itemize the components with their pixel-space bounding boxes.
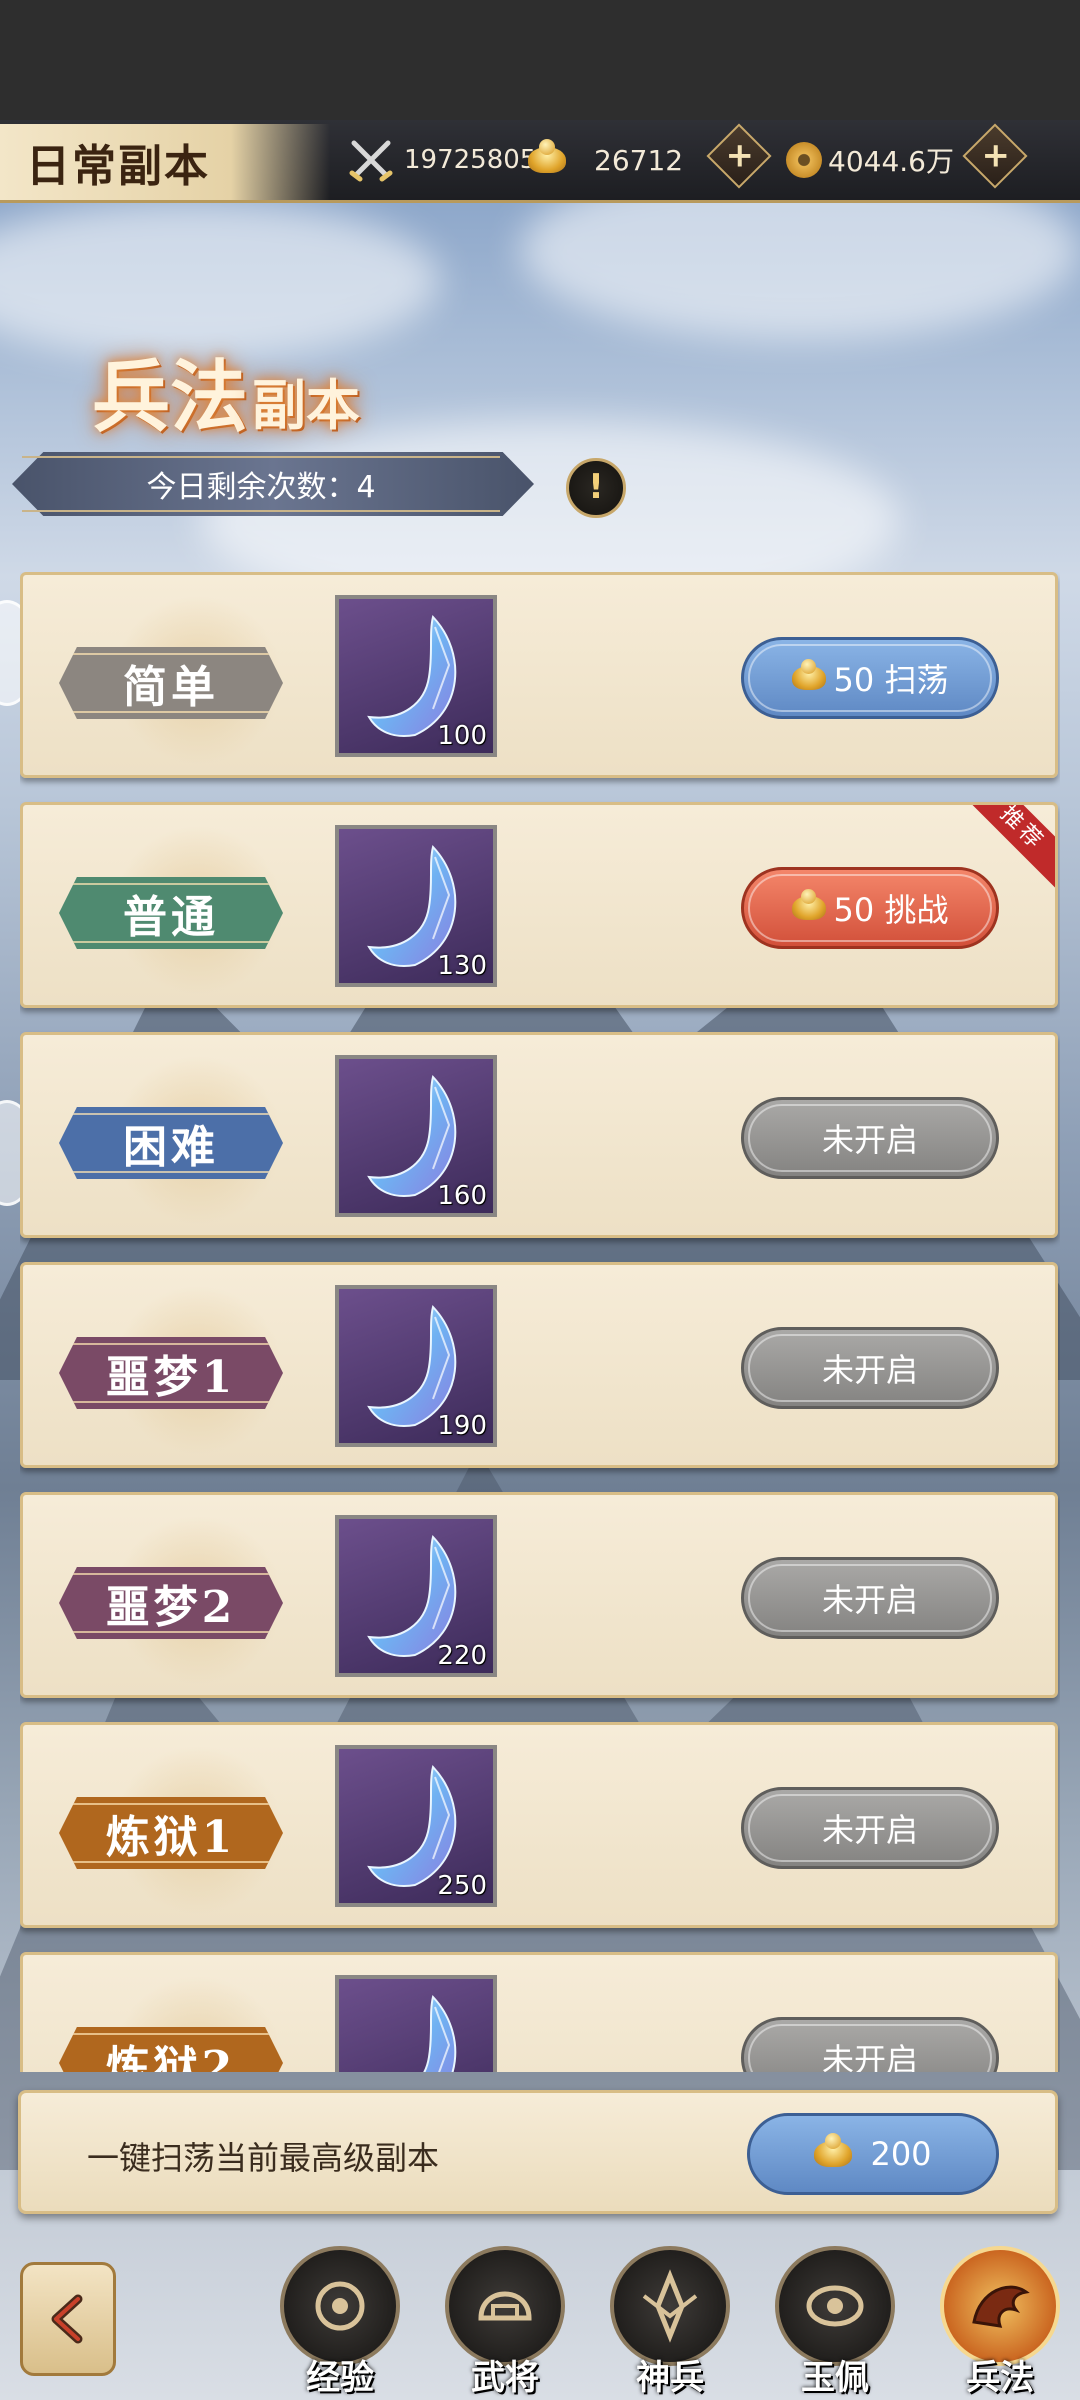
divine-weapon-icon bbox=[642, 2269, 698, 2343]
action-label: 50 扫荡 bbox=[833, 661, 949, 699]
nav-item[interactable]: 神兵 bbox=[600, 2246, 740, 2398]
reward-quantity: 130 bbox=[437, 951, 487, 981]
sweep-all-label: 一键扫荡当前最高级副本 bbox=[87, 2139, 440, 2177]
coin-display: 4044.6万 bbox=[786, 138, 954, 182]
dragon-icon bbox=[972, 2285, 1030, 2328]
reward-item[interactable]: 250 bbox=[335, 1745, 497, 1907]
difficulty-row: 炼狱2 未开启 bbox=[20, 1952, 1058, 2072]
action-label: 未开启 bbox=[821, 1811, 918, 1849]
helmet-icon bbox=[478, 2291, 532, 2321]
difficulty-row: 简单 100 50 扫荡 bbox=[20, 572, 1058, 778]
locked-button[interactable]: 未开启 bbox=[741, 1097, 999, 1179]
difficulty-row: 噩梦2 220 未开启 bbox=[20, 1492, 1058, 1698]
gold-ingot-icon bbox=[528, 139, 566, 173]
difficulty-label: 炼狱1 bbox=[59, 1797, 283, 1869]
reward-item[interactable]: 130 bbox=[335, 825, 497, 987]
reward-quantity: 250 bbox=[437, 1871, 487, 1901]
power-display: 19725805 bbox=[348, 138, 536, 182]
experience-icon bbox=[315, 2281, 365, 2331]
reward-quantity: 100 bbox=[437, 721, 487, 751]
nav-item[interactable]: 经验 bbox=[270, 2246, 410, 2398]
crystal-crescent-icon bbox=[423, 1994, 457, 2072]
gold-value: 26712 bbox=[594, 143, 684, 177]
locked-button[interactable]: 未开启 bbox=[741, 2017, 999, 2072]
dungeon-title: 兵法副本 bbox=[92, 352, 361, 443]
copper-coin-icon bbox=[786, 142, 822, 178]
nav-icon-circle bbox=[445, 2246, 565, 2366]
difficulty-row: 炼狱1 250 未开启 bbox=[20, 1722, 1058, 1928]
locked-button[interactable]: 未开启 bbox=[741, 1557, 999, 1639]
nav-label: 武将 bbox=[471, 2358, 539, 2398]
difficulty-label: 噩梦1 bbox=[59, 1337, 283, 1409]
action-label: 50 挑战 bbox=[833, 891, 949, 929]
difficulty-row: 噩梦1 190 未开启 bbox=[20, 1262, 1058, 1468]
sweep-all-button[interactable]: 200 bbox=[747, 2113, 999, 2195]
nav-icon-circle bbox=[940, 2246, 1060, 2366]
back-arrow-icon bbox=[51, 2294, 83, 2344]
reward-quantity: 220 bbox=[437, 1641, 487, 1671]
nav-icon-circle bbox=[280, 2246, 400, 2366]
locked-button[interactable]: 未开启 bbox=[741, 1327, 999, 1409]
gold-ingot-icon bbox=[791, 659, 826, 690]
reward-item[interactable]: 100 bbox=[335, 595, 497, 757]
difficulty-label: 困难 bbox=[59, 1107, 283, 1179]
nav-icon-circle bbox=[610, 2246, 730, 2366]
remaining-count: 今日剩余次数：4 bbox=[22, 456, 500, 512]
sweep-all-cost: 200 bbox=[870, 2135, 932, 2173]
nav-icon-circle bbox=[775, 2246, 895, 2366]
power-value: 19725805 bbox=[404, 145, 537, 175]
gold-ingot-icon bbox=[791, 889, 826, 920]
reward-quantity: 160 bbox=[437, 1181, 487, 1211]
action-label: 未开启 bbox=[821, 1121, 918, 1159]
reward-item[interactable]: 220 bbox=[335, 1515, 497, 1677]
nav-item[interactable]: 玉佩 bbox=[765, 2246, 905, 2398]
locked-button[interactable]: 未开启 bbox=[741, 1787, 999, 1869]
reward-item[interactable]: 190 bbox=[335, 1285, 497, 1447]
gold-display: 26712 bbox=[528, 138, 683, 182]
nav-item[interactable]: 兵法 bbox=[930, 2246, 1070, 2398]
reward-item[interactable] bbox=[335, 1975, 497, 2072]
coin-value: 4044.6万 bbox=[828, 145, 954, 178]
difficulty-label: 噩梦2 bbox=[59, 1567, 283, 1639]
action-label: 未开启 bbox=[821, 2041, 918, 2072]
difficulty-row: 困难 160 未开启 bbox=[20, 1032, 1058, 1238]
sweep-button[interactable]: 50 扫荡 bbox=[741, 637, 999, 719]
status-bar bbox=[0, 0, 1080, 120]
difficulty-label: 炼狱2 bbox=[59, 2027, 283, 2072]
difficulty-list[interactable]: 简单 100 50 扫荡 普通 130 50 挑战 推荐 困难 160 未开启 噩梦1 190 未开启噩… bbox=[20, 572, 1060, 2072]
difficulty-label: 简单 bbox=[59, 647, 283, 719]
action-label: 未开启 bbox=[821, 1581, 918, 1619]
reward-item[interactable]: 160 bbox=[335, 1055, 497, 1217]
page-title: 日常副本 bbox=[26, 141, 210, 192]
crossed-swords-icon bbox=[349, 140, 393, 182]
back-button[interactable] bbox=[20, 2262, 116, 2376]
difficulty-row: 普通 130 50 挑战 推荐 bbox=[20, 802, 1058, 1008]
nav-label: 玉佩 bbox=[801, 2358, 869, 2398]
difficulty-label: 普通 bbox=[59, 877, 283, 949]
gold-ingot-icon bbox=[814, 2133, 853, 2167]
action-label: 未开启 bbox=[821, 1351, 918, 1389]
info-button[interactable]: ! bbox=[566, 458, 626, 518]
nav-label: 兵法 bbox=[966, 2358, 1034, 2398]
nav-label: 经验 bbox=[306, 2358, 374, 2398]
jade-pendant-icon bbox=[806, 2285, 864, 2327]
reward-quantity: 190 bbox=[437, 1411, 487, 1441]
nav-label: 神兵 bbox=[636, 2358, 704, 2398]
challenge-button[interactable]: 50 挑战 bbox=[741, 867, 999, 949]
nav-item[interactable]: 武将 bbox=[435, 2246, 575, 2398]
sweep-all-bar: 一键扫荡当前最高级副本 200 bbox=[18, 2090, 1058, 2214]
